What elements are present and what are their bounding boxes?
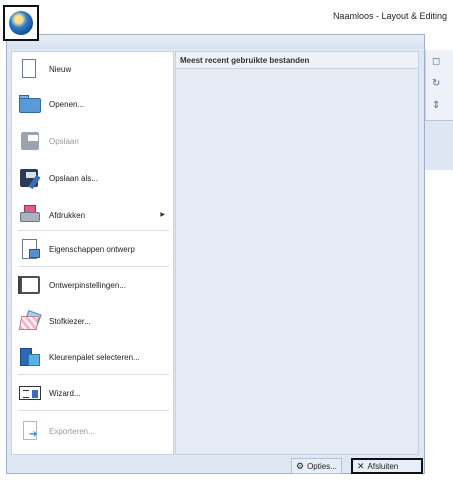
new-document-icon	[18, 58, 42, 80]
menu-item-label: Opslaan	[49, 136, 79, 146]
separator	[18, 266, 169, 267]
wizard-icon	[18, 382, 42, 404]
ribbon-strip	[425, 120, 453, 170]
separator	[18, 230, 169, 231]
exit-label: Afsluiten	[367, 461, 399, 471]
save-as-icon	[18, 167, 42, 190]
submenu-arrow-icon: ▶	[160, 212, 165, 218]
menu-item-export[interactable]: ➔ Exporteren...	[12, 416, 173, 446]
color-palette-icon	[18, 346, 42, 368]
menu-item-label: Wizard...	[49, 388, 81, 398]
open-folder-icon	[18, 93, 42, 115]
ribbon-tool-icon[interactable]: ↻	[432, 78, 446, 90]
window-title: Naamloos - Layout & Editing	[332, 11, 447, 21]
design-settings-icon	[18, 274, 42, 296]
menu-top-bar	[7, 35, 424, 49]
fabric-selector-icon	[18, 309, 42, 332]
menu-footer: ⚙ Opties... ✕ Afsluiten	[11, 458, 423, 474]
menu-item-save[interactable]: Opslaan	[12, 126, 173, 156]
menu-commands: Nieuw Openen... Opslaan Opslaan als... A…	[11, 51, 174, 455]
gear-icon: ⚙	[296, 460, 305, 471]
recent-files-header: Meest recent gebruikte bestanden	[176, 52, 418, 69]
ribbon-text-icon[interactable]: ⇕	[432, 100, 446, 112]
export-icon: ➔	[18, 420, 42, 442]
app-orb-icon	[9, 11, 33, 35]
menu-item-label: Openen...	[49, 99, 85, 109]
menu-item-new[interactable]: Nieuw	[12, 54, 173, 84]
separator	[18, 410, 169, 411]
menu-item-label: Nieuw	[49, 64, 72, 74]
separator	[18, 374, 169, 375]
application-menu-button[interactable]	[3, 5, 39, 41]
menu-item-label: Ontwerpinstellingen...	[49, 280, 126, 290]
menu-item-print[interactable]: Afdrukken ▶	[12, 200, 173, 230]
application-menu: Nieuw Openen... Opslaan Opslaan als... A…	[6, 34, 425, 474]
menu-item-wizard[interactable]: Wizard...	[12, 378, 173, 408]
save-disk-icon	[18, 130, 42, 152]
menu-item-fabric-selector[interactable]: Stofkiezer...	[12, 306, 173, 336]
options-label: Opties...	[307, 461, 337, 471]
ribbon-shape-icon[interactable]: ◻	[432, 56, 446, 68]
menu-item-label: Afdrukken	[49, 210, 86, 220]
menu-item-label: Opslaan als...	[49, 173, 98, 183]
menu-item-label: Exporteren...	[49, 426, 95, 436]
exit-button[interactable]: ✕ Afsluiten	[351, 458, 423, 474]
menu-item-color-palette[interactable]: Kleurenpalet selecteren...	[12, 342, 173, 372]
design-properties-icon	[18, 238, 42, 260]
printer-icon	[18, 204, 42, 226]
close-icon: ✕	[357, 460, 365, 471]
recent-files-panel: Meest recent gebruikte bestanden	[175, 51, 419, 455]
menu-item-design-properties[interactable]: Eigenschappen ontwerp	[12, 234, 173, 264]
title-bar: Naamloos - Layout & Editing	[0, 0, 453, 34]
menu-item-label: Kleurenpalet selecteren...	[49, 352, 140, 362]
menu-item-label: Stofkiezer...	[49, 316, 91, 326]
menu-item-save-as[interactable]: Opslaan als...	[12, 163, 173, 193]
menu-item-label: Eigenschappen ontwerp	[49, 244, 135, 254]
menu-item-open[interactable]: Openen...	[12, 89, 173, 119]
menu-item-design-settings[interactable]: Ontwerpinstellingen...	[12, 270, 173, 300]
options-button[interactable]: ⚙ Opties...	[291, 458, 342, 474]
